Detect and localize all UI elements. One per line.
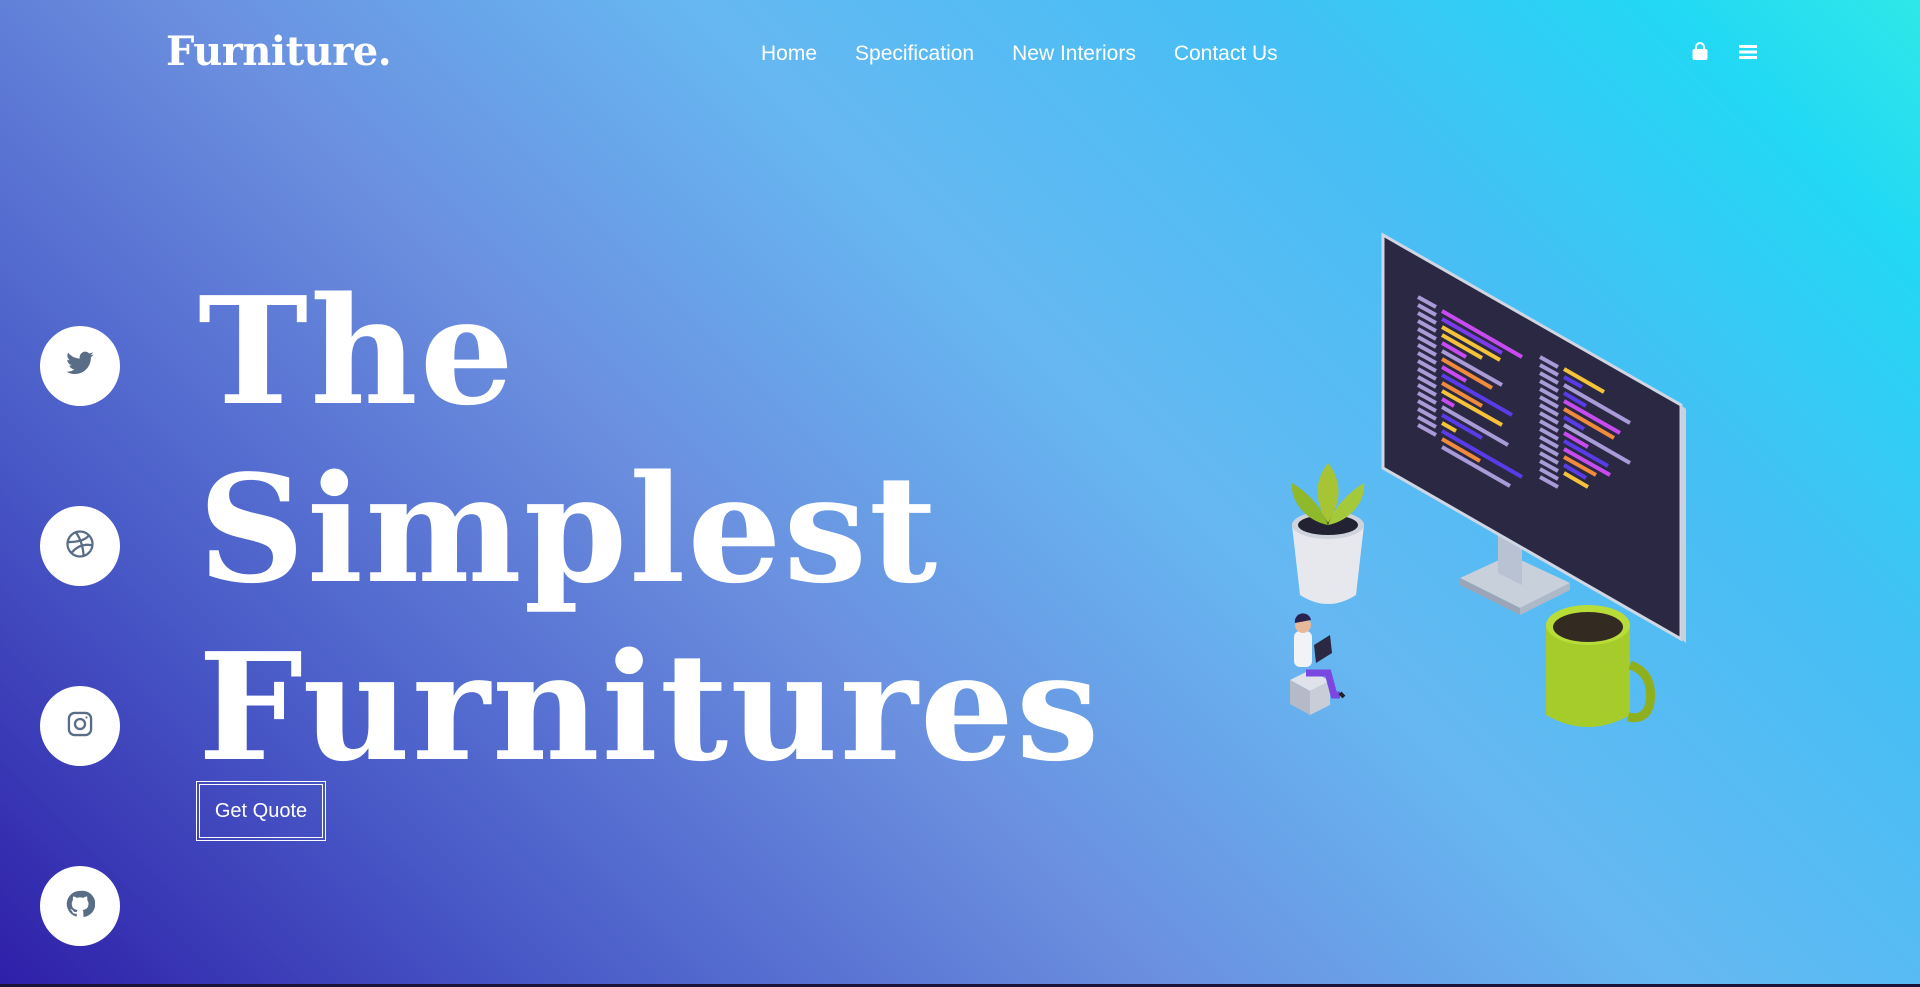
instagram-icon [66,710,94,743]
menu-icon[interactable] [1738,43,1758,61]
hero-title: The Simplest Furnitures [198,262,1101,796]
main-nav: Home Specification New Interiors Contact… [761,42,1278,66]
coffee-mug [1546,605,1656,727]
github-icon [65,889,96,924]
hero-title-line-1: The [198,264,516,438]
logo[interactable]: Furniture. [166,28,392,75]
github-button[interactable] [40,866,120,946]
header-actions [1690,42,1758,62]
hero-title-line-2: Simplest [198,442,940,616]
nav-contact-us[interactable]: Contact Us [1174,42,1278,66]
shopping-bag-icon[interactable] [1690,42,1710,62]
instagram-button[interactable] [40,686,120,766]
nav-home[interactable]: Home [761,42,817,66]
workspace-illustration [1290,232,1686,727]
nav-specification[interactable]: Specification [855,42,974,66]
hero-title-line-3: Furnitures [198,620,1102,794]
twitter-icon [65,351,95,382]
dribbble-button[interactable] [40,506,120,586]
nav-new-interiors[interactable]: New Interiors [1012,42,1136,66]
dribbble-icon [65,529,95,564]
twitter-button[interactable] [40,326,120,406]
person-with-laptop [1290,613,1346,715]
get-quote-button[interactable]: Get Quote [196,781,326,841]
potted-plant [1291,463,1365,604]
